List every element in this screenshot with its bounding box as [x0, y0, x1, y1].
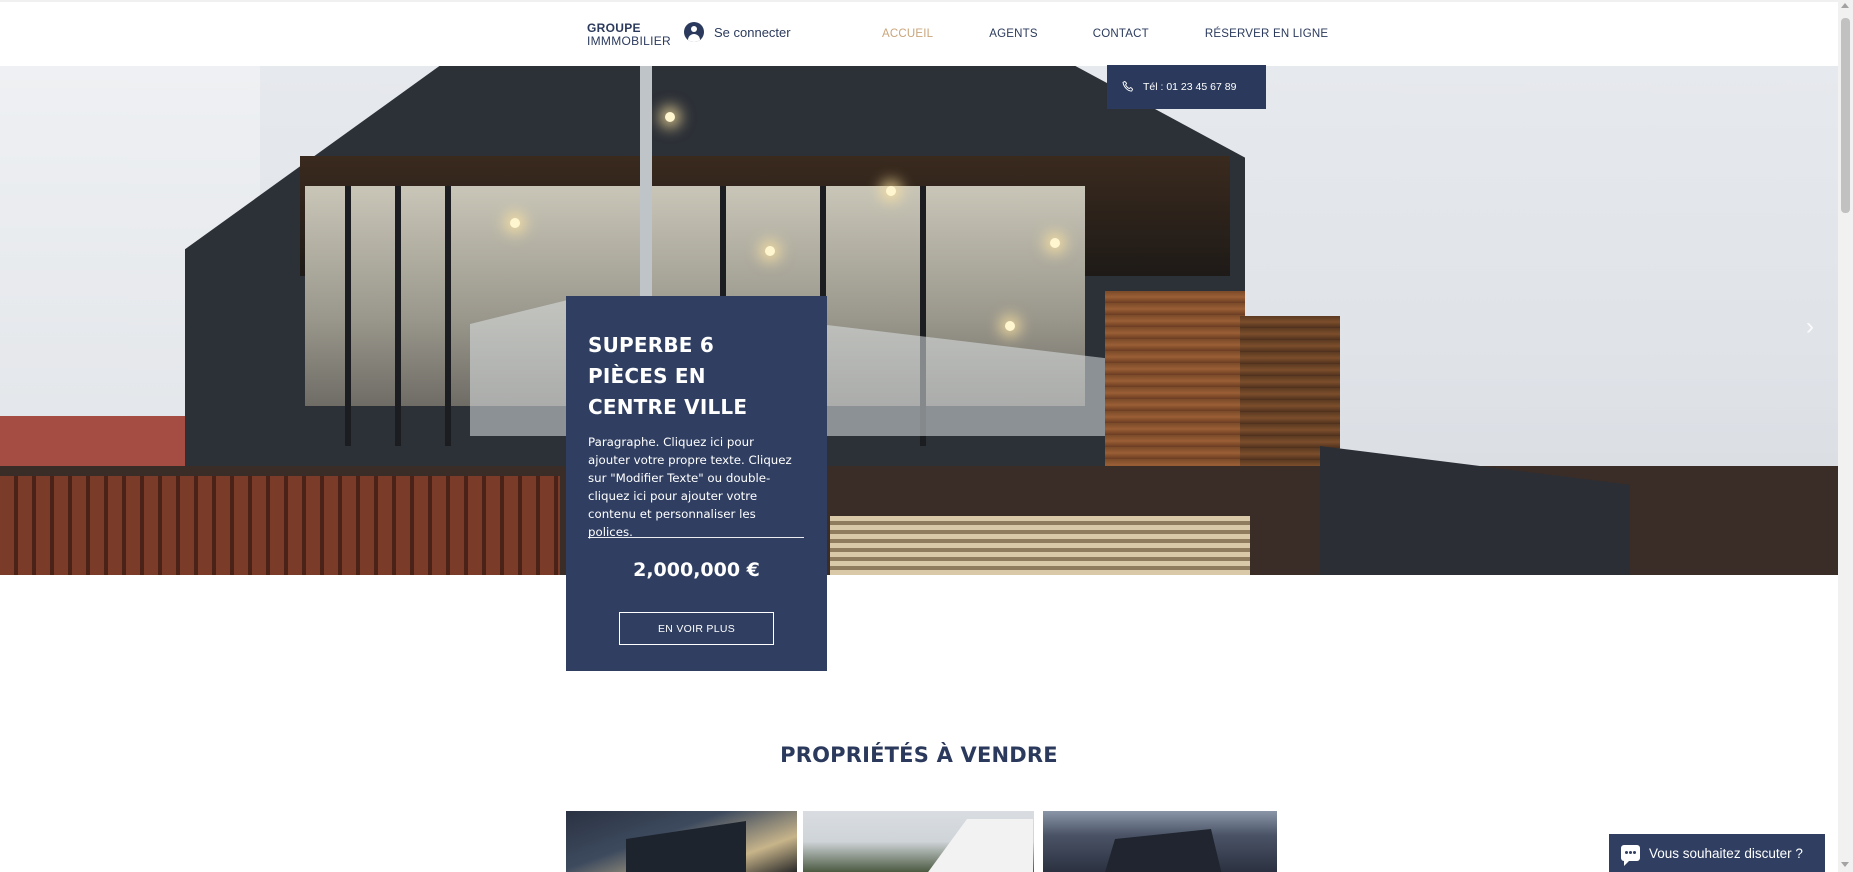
- phone-label: Tél : 01 23 45 67 89: [1143, 81, 1237, 93]
- nav-item-agents[interactable]: AGENTS: [989, 28, 1038, 40]
- main-nav: ACCUEIL AGENTS CONTACT RÉSERVER EN LIGNE: [882, 28, 1328, 40]
- user-avatar-icon: [684, 22, 704, 42]
- nav-item-accueil[interactable]: ACCUEIL: [882, 28, 933, 40]
- phone-button[interactable]: Tél : 01 23 45 67 89: [1107, 65, 1266, 109]
- window-mullion: [445, 186, 451, 446]
- chat-button[interactable]: Vous souhaitez discuter ?: [1609, 834, 1825, 872]
- site-header: GROUPE IMMMOBILIER Se connecter ACCUEIL …: [0, 0, 1838, 66]
- hero-image: ›: [0, 66, 1838, 575]
- property-price: 2,000,000 €: [633, 559, 760, 581]
- ceiling-light: [510, 218, 520, 228]
- property-thumbnail[interactable]: [803, 811, 1034, 872]
- ceiling-light: [886, 186, 896, 196]
- chevron-right-icon[interactable]: ›: [1806, 313, 1814, 341]
- page-scrollbar[interactable]: [1838, 0, 1853, 872]
- featured-property-card: SUPERBE 6 PIÈCES EN CENTRE VILLE Paragra…: [566, 296, 827, 671]
- window-mullion: [395, 186, 401, 446]
- scrollbar-thumb[interactable]: [1841, 18, 1850, 213]
- site-logo[interactable]: GROUPE IMMMOBILIER: [587, 22, 671, 48]
- window-mullion: [345, 186, 351, 446]
- ceiling-light: [765, 246, 775, 256]
- chat-icon: [1621, 845, 1640, 866]
- card-divider: [588, 537, 804, 538]
- phone-icon: [1122, 80, 1134, 92]
- login-button[interactable]: Se connecter: [684, 22, 791, 42]
- ceiling-light: [1005, 321, 1015, 331]
- login-label: Se connecter: [714, 24, 791, 40]
- page: GROUPE IMMMOBILIER Se connecter ACCUEIL …: [0, 0, 1853, 872]
- property-thumbnail[interactable]: [566, 811, 797, 872]
- property-description[interactable]: Paragraphe. Cliquez ici pour ajouter vot…: [588, 433, 798, 541]
- scroll-down-arrow-icon[interactable]: [1841, 862, 1849, 867]
- ceiling-light: [665, 112, 675, 122]
- hero-slats: [830, 516, 1250, 575]
- scroll-up-arrow-icon[interactable]: [1841, 3, 1849, 8]
- ceiling-light: [1050, 238, 1060, 248]
- hero-fence: [0, 476, 560, 575]
- property-thumbnail[interactable]: [1043, 811, 1277, 872]
- property-title: SUPERBE 6 PIÈCES EN CENTRE VILLE: [588, 333, 748, 419]
- nav-item-reserver[interactable]: RÉSERVER EN LIGNE: [1205, 28, 1328, 40]
- see-more-button[interactable]: EN VOIR PLUS: [619, 612, 774, 645]
- properties-section-title: PROPRIÉTÉS À VENDRE: [780, 743, 1058, 767]
- hero-pole: [640, 66, 652, 296]
- logo-line-2: IMMMOBILIER: [587, 34, 671, 48]
- nav-item-contact[interactable]: CONTACT: [1093, 28, 1149, 40]
- chat-label: Vous souhaitez discuter ?: [1649, 845, 1803, 861]
